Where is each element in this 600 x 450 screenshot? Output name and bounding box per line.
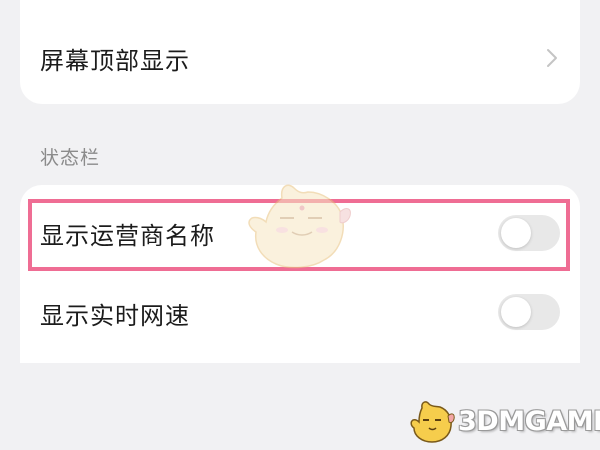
3dmgame-logo-text: 3DMGAME — [458, 406, 600, 437]
toggle-knob — [501, 297, 531, 327]
mascot-watermark-icon — [248, 184, 351, 269]
show-realtime-speed-label: 显示实时网速 — [40, 301, 190, 330]
3dmgame-logo: 3DMGAME — [408, 398, 600, 446]
mascot-logo-icon — [410, 401, 455, 443]
show-carrier-name-toggle[interactable] — [498, 215, 560, 251]
toggle-knob — [501, 218, 531, 248]
status-bar-section-title: 状态栏 — [40, 147, 101, 169]
screen-top-display-row[interactable]: 屏幕顶部显示 — [20, 23, 580, 93]
show-realtime-speed-row[interactable]: 显示实时网速 — [20, 278, 580, 348]
show-carrier-name-label: 显示运营商名称 — [40, 221, 215, 250]
screen-top-display-label: 屏幕顶部显示 — [40, 46, 190, 75]
screen-top-display-card: 屏幕顶部显示 — [20, 0, 580, 104]
show-realtime-speed-toggle[interactable] — [498, 294, 560, 330]
chevron-right-icon — [547, 49, 557, 67]
